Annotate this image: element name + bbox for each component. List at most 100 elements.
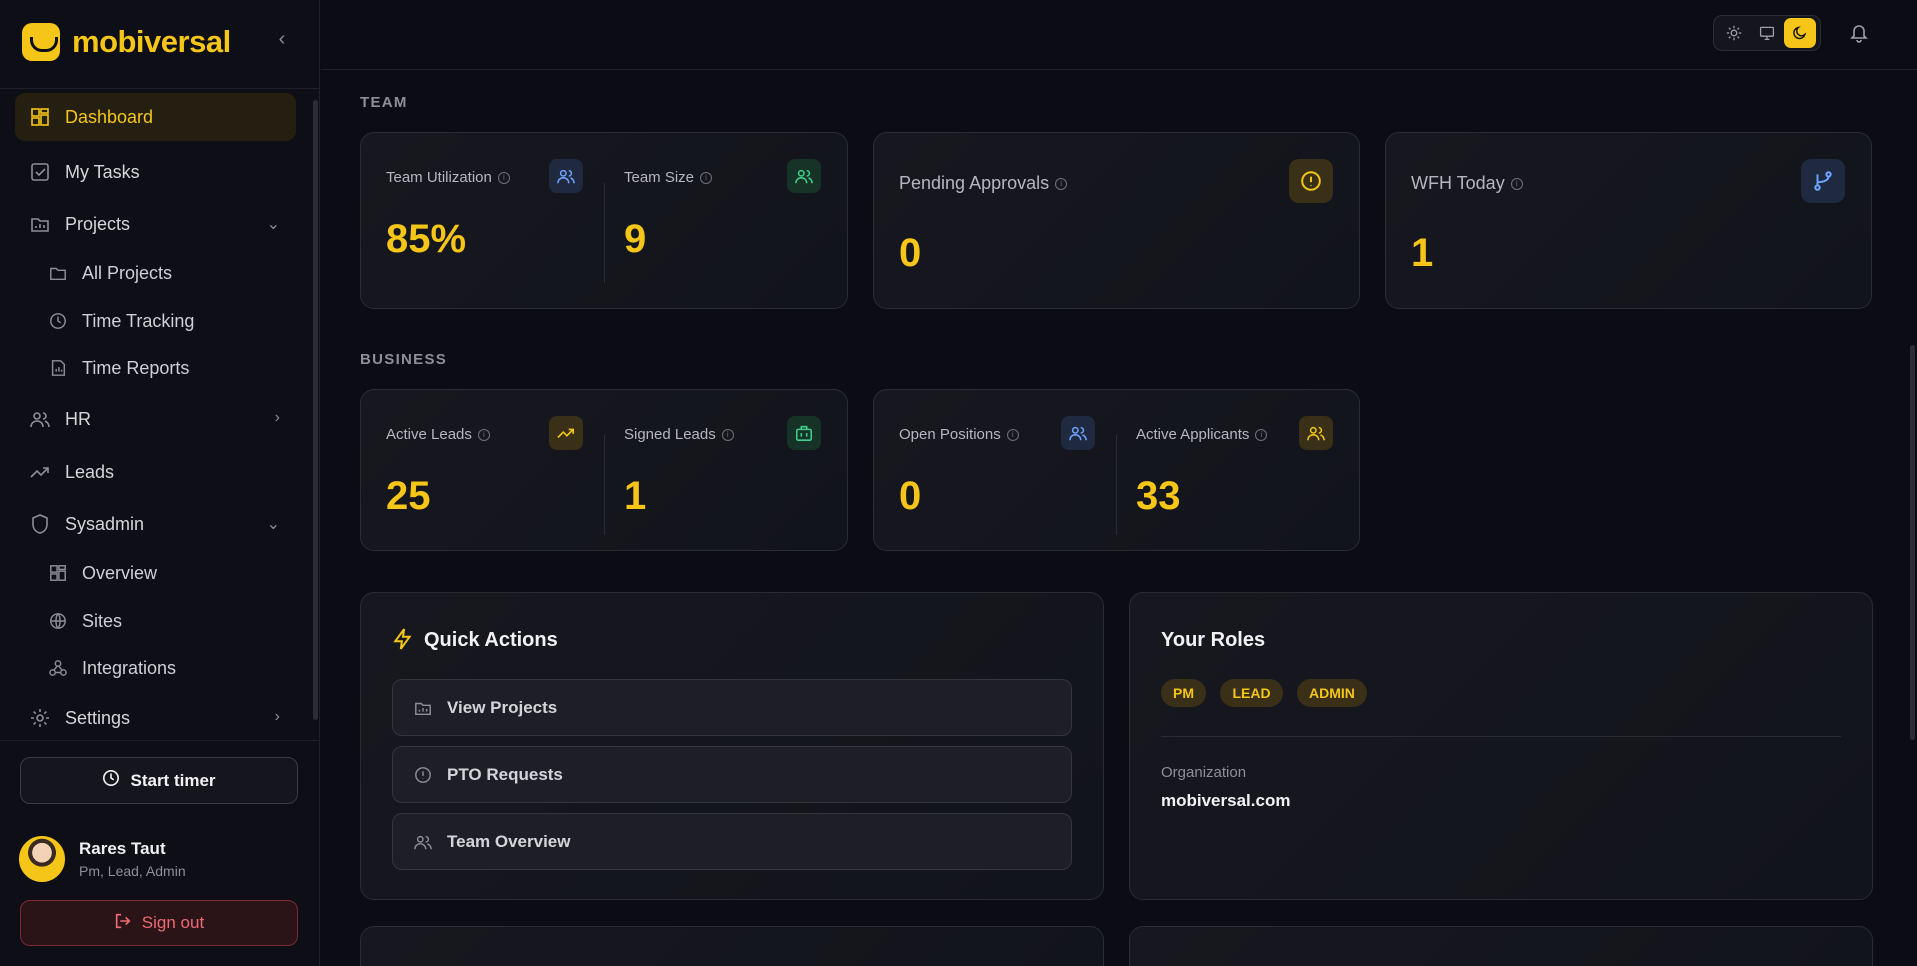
role-pill: PM [1161,679,1206,707]
info-icon[interactable]: i [1255,428,1268,441]
folder-icon [413,698,433,718]
avatar [19,836,65,882]
report-icon [48,358,68,378]
info-icon[interactable]: i [477,428,490,441]
dashboard-icon [29,106,51,128]
section-title-business: BUSINESS [360,351,448,368]
sun-icon[interactable] [1718,18,1750,48]
sidebar-item-projects[interactable]: Projects ⌄ [15,200,296,248]
trending-up-icon [29,461,51,483]
sign-out-button[interactable]: Sign out [20,900,298,946]
users-icon [787,159,821,193]
divider [604,183,605,283]
moon-icon[interactable] [1784,18,1816,48]
sidebar-item-overview[interactable]: Overview [48,551,288,595]
organization-value: mobiversal.com [1161,791,1291,810]
divider [0,88,320,89]
signed-leads-value: 1 [624,474,647,518]
quick-actions-title: Quick Actions [424,629,558,651]
sign-out-label: Sign out [141,913,205,932]
sidebar-item-leads[interactable]: Leads [15,448,296,496]
open-positions-value: 0 [899,474,922,518]
divider [0,740,320,741]
pto-requests-button[interactable]: PTO Requests [392,746,1072,803]
team-overview-button[interactable]: Team Overview [392,813,1072,870]
team-size-label: Team Size [624,169,695,186]
info-icon[interactable]: i [721,428,734,441]
active-leads-value: 25 [386,474,431,518]
metric-label: Active Leads i [386,426,490,443]
zap-icon [392,628,414,655]
sidebar-item-label: All Projects [82,262,173,283]
users-icon [1299,416,1333,450]
team-size-value: 9 [624,217,647,261]
start-timer-button[interactable]: Start timer [20,757,298,804]
sidebar-item-label: Time Reports [82,357,190,378]
metric-label: Signed Leads i [624,426,734,443]
quick-action-label: Team Overview [447,831,571,851]
open-positions-label: Open Positions [899,426,1001,443]
card-partial [1129,926,1873,966]
sidebar-item-label: Sites [82,610,123,631]
alert-circle-icon [413,765,433,785]
sidebar-item-all-projects[interactable]: All Projects [48,251,288,295]
users-icon [549,159,583,193]
metric-label: Team Size i [624,169,713,186]
info-icon[interactable]: i [1055,177,1068,190]
metric-label: Open Positions i [899,426,1019,443]
sidebar-item-label: Sysadmin [65,513,145,534]
quick-actions-card: Quick Actions View Projects PTO Requests… [360,592,1104,900]
info-icon[interactable]: i [700,171,713,184]
sidebar-item-settings[interactable]: Settings › [15,694,296,742]
info-icon[interactable]: i [1510,177,1523,190]
sidebar-scrollbar[interactable] [313,100,318,720]
divider [604,435,605,535]
sidebar-item-label: Settings [65,707,131,728]
info-icon[interactable]: i [1006,428,1019,441]
chevron-right-icon: › [274,409,280,426]
sidebar-item-my-tasks[interactable]: My Tasks [15,148,296,196]
sidebar-item-label: Overview [82,562,158,583]
sidebar-item-label: HR [65,408,91,429]
signed-leads-label: Signed Leads [624,426,716,443]
roles-title: Your Roles [1161,629,1266,651]
sidebar-item-hr[interactable]: HR › [15,395,296,443]
dashboard-icon [48,563,68,583]
sidebar-item-dashboard[interactable]: Dashboard [15,93,296,141]
view-projects-button[interactable]: View Projects [392,679,1072,736]
sidebar-item-label: Time Tracking [82,310,195,331]
sidebar-item-time-reports[interactable]: Time Reports [48,346,288,390]
section-title-team: TEAM [360,94,408,111]
sidebar-item-time-tracking[interactable]: Time Tracking [48,299,288,343]
metric-label: Active Applicants i [1136,426,1268,443]
globe-icon [48,611,68,631]
brand[interactable]: mobiversal [22,22,231,62]
wfh-today-value: 1 [1411,231,1434,275]
sidebar-item-integrations[interactable]: Integrations [48,646,288,690]
role-pill: ADMIN [1297,679,1367,707]
bell-icon[interactable] [1846,20,1872,46]
sidebar-item-label: My Tasks [65,161,140,182]
main-scrollbar[interactable] [1910,345,1915,740]
active-leads-label: Active Leads [386,426,472,443]
start-timer-label: Start timer [130,770,216,790]
clock-icon [48,311,68,331]
user-profile[interactable]: Rares Taut Pm, Lead, Admin [19,836,186,882]
active-applicants-value: 33 [1136,474,1181,518]
folder-icon [48,263,68,283]
webhook-icon [48,658,68,678]
brand-name: mobiversal [72,24,231,59]
leads-stats-card: Active Leads i 25 Signed Leads i 1 [360,389,848,551]
sidebar: mobiversal ‹ Dashboard My Tasks Projects… [0,0,320,966]
info-icon[interactable]: i [497,171,510,184]
clock-icon [102,769,120,792]
users-icon [29,408,51,430]
monitor-icon[interactable] [1751,18,1783,48]
chevron-down-icon: ⌄ [266,516,280,533]
chevron-left-icon[interactable]: ‹ [272,29,292,49]
metric-label: Team Utilization i [386,169,510,186]
sidebar-item-sites[interactable]: Sites [48,599,288,643]
sidebar-item-sysadmin[interactable]: Sysadmin ⌄ [15,500,296,548]
logout-icon [114,912,132,935]
users-icon [413,832,433,852]
